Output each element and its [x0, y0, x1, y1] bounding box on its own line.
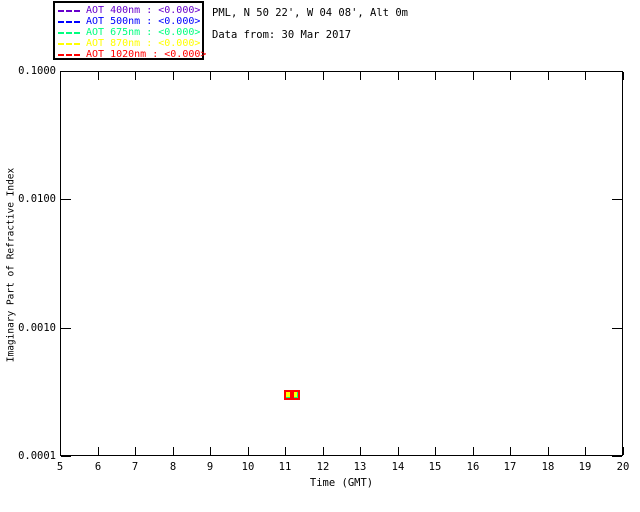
- x-tick: [248, 447, 249, 455]
- x-tick-top: [323, 72, 324, 80]
- plot-canvas: AOT 400nm : <0.000> AOT 500nm : <0.000> AO…: [0, 0, 640, 512]
- x-tick-top: [135, 72, 136, 80]
- x-tick-top: [98, 72, 99, 80]
- x-tick-top: [435, 72, 436, 80]
- x-tick-label: 7: [131, 461, 139, 473]
- x-tick-top: [398, 72, 399, 80]
- x-tick: [585, 447, 586, 455]
- x-tick: [60, 447, 61, 455]
- x-tick-label: 8: [169, 461, 177, 473]
- y-tick-right: [612, 328, 622, 329]
- legend-dash-sample: [58, 42, 82, 45]
- legend-dash-sample: [58, 53, 82, 56]
- legend-item-label: AOT 675nm : <0.000>: [86, 27, 201, 38]
- legend-item: AOT 400nm : <0.000>: [55, 5, 202, 16]
- legend-dash-sample: [58, 31, 82, 34]
- x-tick-top: [360, 72, 361, 80]
- x-tick: [285, 447, 286, 455]
- x-tick-top: [585, 72, 586, 80]
- plot-area: [60, 71, 623, 456]
- plot-subtitle: Data from: 30 Mar 2017: [212, 29, 352, 41]
- x-tick-top: [60, 72, 61, 80]
- x-tick-label: 13: [353, 461, 367, 473]
- x-tick-top: [548, 72, 549, 80]
- x-tick-label: 11: [278, 461, 292, 473]
- legend-dash-sample: [58, 20, 82, 23]
- x-tick: [398, 447, 399, 455]
- x-tick: [210, 447, 211, 455]
- legend-box: AOT 400nm : <0.000> AOT 500nm : <0.000> AO…: [53, 1, 206, 60]
- x-tick: [435, 447, 436, 455]
- y-tick: [61, 199, 71, 200]
- x-tick-top: [510, 72, 511, 80]
- x-tick-label: 5: [56, 461, 64, 473]
- x-tick-label: 20: [616, 461, 630, 473]
- x-tick-label: 6: [94, 461, 102, 473]
- legend-item-label: AOT 400nm : <0.000>: [86, 5, 201, 16]
- legend-item: AOT 675nm : <0.000>: [55, 27, 202, 38]
- x-tick-label: 9: [206, 461, 214, 473]
- legend-item: AOT 1020nm : <0.000>: [55, 49, 206, 60]
- x-tick-label: 15: [428, 461, 442, 473]
- data-point-marker: [289, 389, 300, 400]
- legend-item-label: AOT 500nm : <0.000>: [86, 16, 201, 27]
- legend-item: AOT 500nm : <0.000>: [55, 16, 202, 27]
- legend-item-label: AOT 1020nm : <0.000>: [86, 49, 207, 60]
- x-tick: [173, 447, 174, 455]
- x-tick-label: 12: [316, 461, 330, 473]
- legend-item-label: AOT 870nm : <0.000>: [86, 38, 201, 49]
- x-axis-title: Time (GMT): [309, 477, 374, 489]
- x-tick-label: 17: [503, 461, 517, 473]
- x-tick: [323, 447, 324, 455]
- legend-item: AOT 870nm : <0.000>: [55, 38, 202, 49]
- x-tick-top: [623, 72, 624, 80]
- y-tick-right: [612, 199, 622, 200]
- x-tick-top: [473, 72, 474, 80]
- y-tick: [61, 328, 71, 329]
- x-tick-label: 10: [241, 461, 255, 473]
- x-tick: [360, 447, 361, 455]
- x-tick-label: 19: [578, 461, 592, 473]
- x-tick-label: 18: [541, 461, 555, 473]
- x-tick: [135, 447, 136, 455]
- plot-title: PML, N 50 22', W 04 08', Alt 0m: [212, 7, 408, 19]
- x-tick-top: [173, 72, 174, 80]
- y-tick: [61, 71, 71, 72]
- legend-dash-sample: [58, 9, 82, 12]
- y-tick-label: 0.0010: [18, 322, 56, 334]
- x-tick: [510, 447, 511, 455]
- y-tick: [61, 456, 71, 457]
- x-tick-top: [210, 72, 211, 80]
- x-tick-label: 14: [391, 461, 405, 473]
- y-tick-right: [612, 456, 622, 457]
- x-tick: [98, 447, 99, 455]
- x-tick-top: [285, 72, 286, 80]
- y-tick-label: 0.1000: [18, 65, 56, 77]
- y-tick-label: 0.0100: [18, 193, 56, 205]
- x-tick: [623, 447, 624, 455]
- y-tick-label: 0.0001: [18, 450, 56, 462]
- x-tick-label: 16: [466, 461, 480, 473]
- x-tick: [548, 447, 549, 455]
- y-tick-right: [612, 71, 622, 72]
- x-tick-top: [248, 72, 249, 80]
- x-tick: [473, 447, 474, 455]
